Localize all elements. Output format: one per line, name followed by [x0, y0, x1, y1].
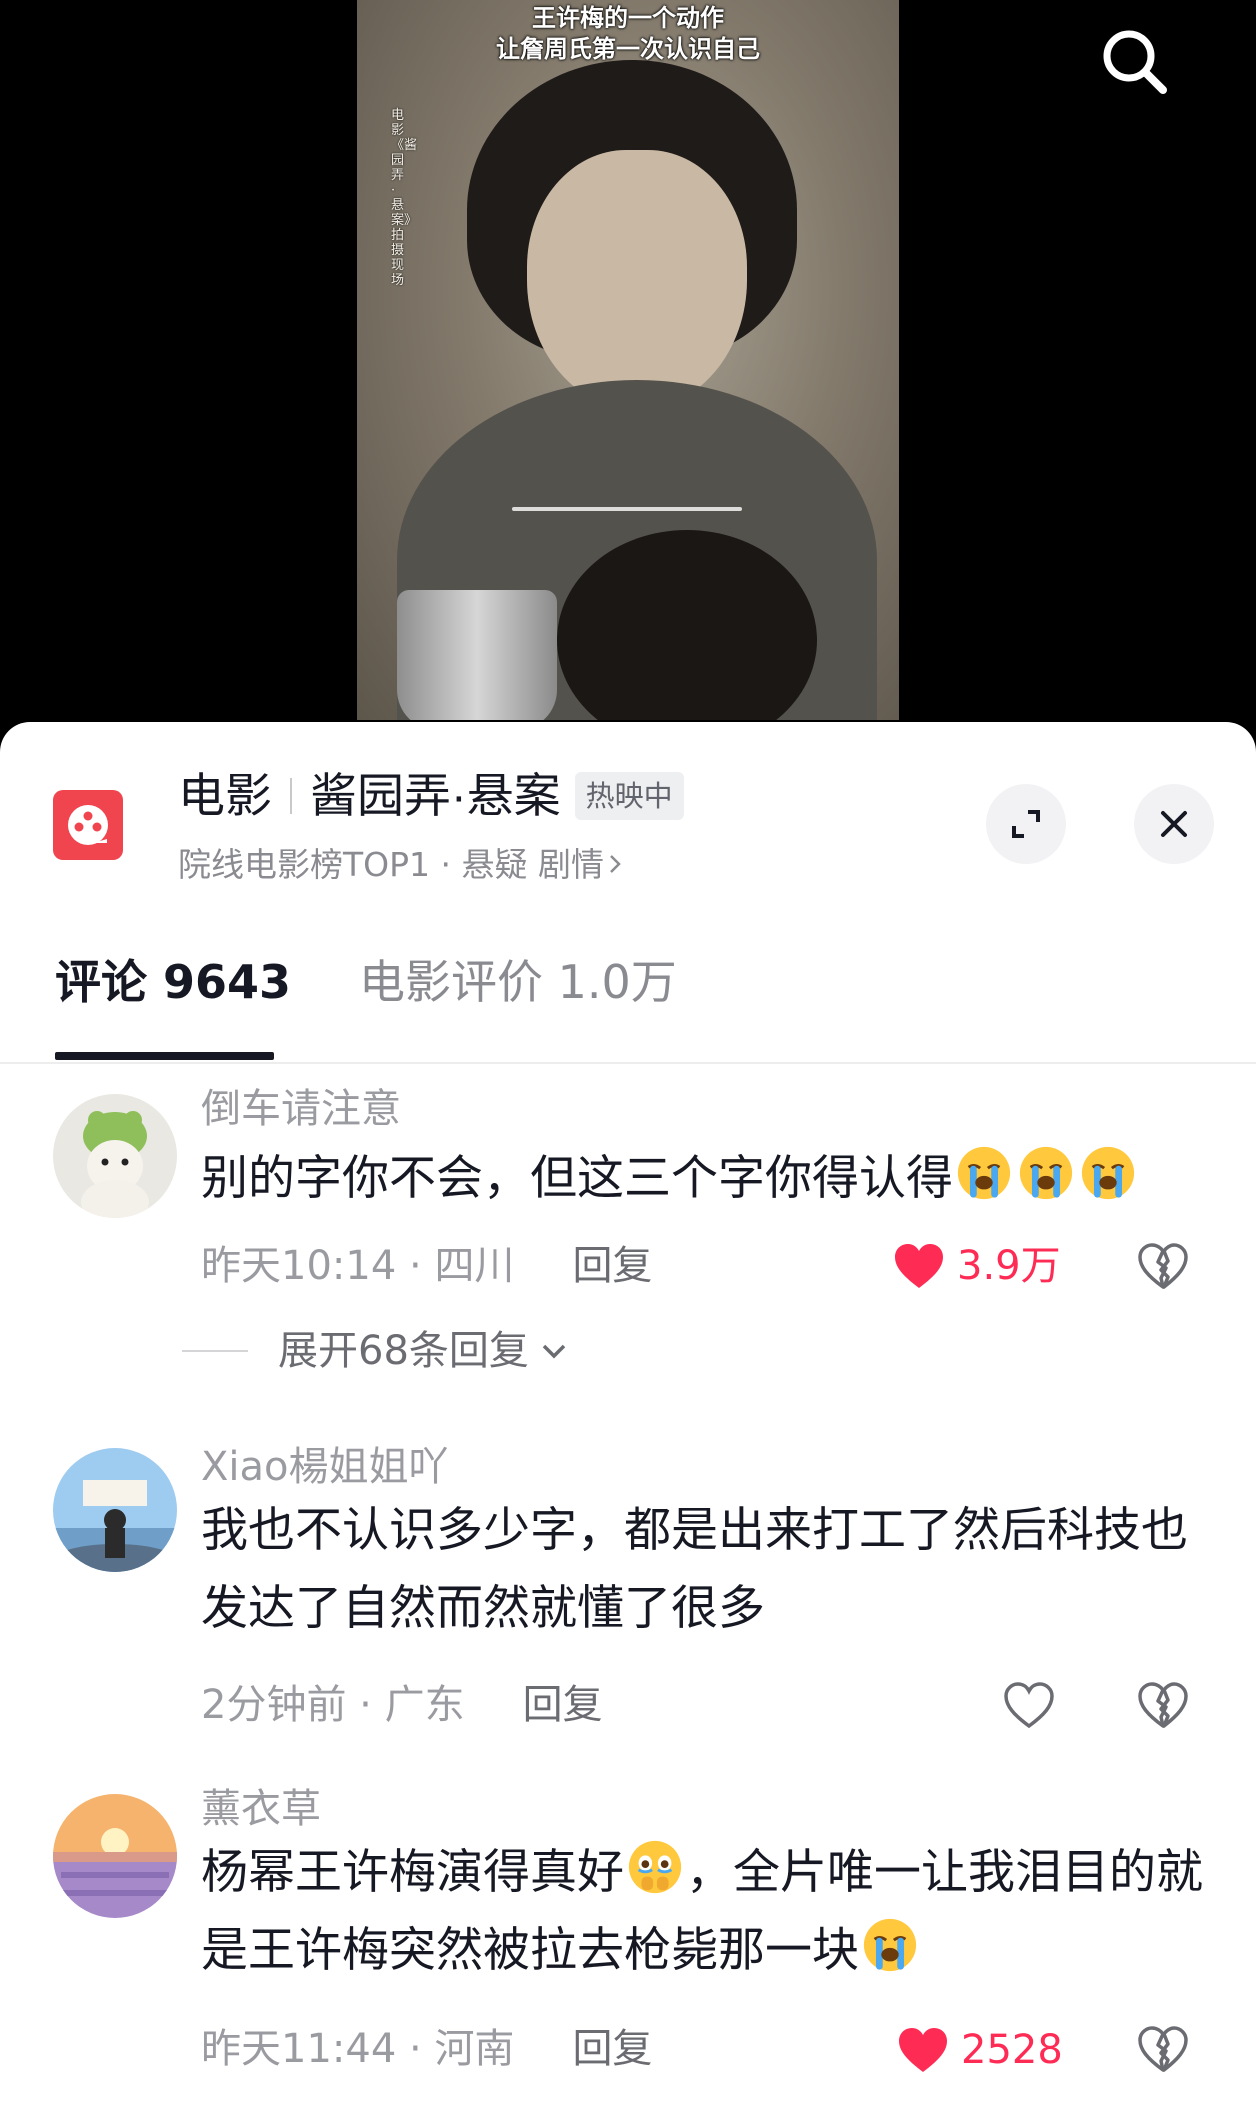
video-figure-face — [527, 150, 747, 410]
avatar[interactable] — [53, 1448, 177, 1572]
like-count: 2528 — [961, 2027, 1063, 2073]
broken-heart-icon — [1138, 1243, 1188, 1289]
holding-back-tears-icon — [628, 1840, 682, 1894]
expand-button[interactable] — [986, 784, 1066, 864]
movie-title-row: 电影 酱园弄·悬案 热映中 — [178, 766, 684, 826]
movie-title: 酱园弄·悬案 — [310, 769, 561, 822]
avatar-image — [53, 1794, 177, 1918]
movie-logo — [53, 790, 123, 860]
crying-face-icon — [1019, 1146, 1073, 1200]
comment-text: 别的字你不会，但这三个字你得认得 — [201, 1140, 1211, 1218]
movie-header[interactable]: 电影 酱园弄·悬案 热映中 院线电影榜TOP1 · 悬疑 剧情 — [0, 722, 1256, 912]
comment-username[interactable]: Xiao楊姐姐吖 — [201, 1442, 449, 1492]
dislike-button[interactable] — [1137, 1242, 1189, 1294]
dislike-button[interactable] — [1137, 1681, 1189, 1733]
video-side-text: 电影《酱园弄·悬案》拍摄现场 — [391, 108, 418, 288]
movie-subtitle-link[interactable]: 院线电影榜TOP1 · 悬疑 剧情 — [178, 838, 622, 886]
chevron-down-icon — [542, 1344, 566, 1359]
tab-bar: 评论 9643 电影评价 1.0万 — [0, 912, 1256, 1064]
movie-subtitle: 院线电影榜TOP1 · 悬疑 剧情 — [178, 845, 604, 884]
dislike-button[interactable] — [1137, 2025, 1189, 2077]
active-tab-indicator — [55, 1052, 274, 1060]
crying-face-icon — [957, 1146, 1011, 1200]
comment-body: 别的字你不会，但这三个字你得认得 — [201, 1151, 953, 1206]
expand-icon — [1012, 810, 1040, 838]
comment-time: 2分钟前 — [201, 1682, 347, 1728]
close-icon — [1161, 811, 1187, 837]
video-frame[interactable]: 王许梅的一个动作 让詹周氏第一次认识自己 电影《酱园弄·悬案》拍摄现场 — [357, 0, 899, 720]
search-icon — [1103, 30, 1167, 94]
comment-username[interactable]: 薰衣草 — [201, 1784, 321, 1834]
tab-movie-reviews[interactable]: 电影评价 1.0万 — [359, 952, 677, 1012]
video-pot — [397, 590, 557, 720]
comment-meta: 昨天11:44 · 河南 回复 — [201, 2026, 653, 2072]
broken-heart-icon — [1138, 2026, 1188, 2072]
video-caption: 王许梅的一个动作 让詹周氏第一次认识自己 — [357, 2, 899, 64]
video-caption-line1: 王许梅的一个动作 — [532, 3, 724, 32]
tab-comments[interactable]: 评论 9643 — [55, 952, 291, 1012]
comment-text: 杨幂王许梅演得真好 ，全片唯一让我泪目的就是王许梅突然被拉去枪毙那一块 — [201, 1834, 1211, 1990]
reply-button[interactable]: 回复 — [572, 1243, 652, 1289]
crying-face-icon — [863, 1918, 917, 1972]
like-button[interactable]: 3.9万 — [893, 1241, 1061, 1291]
comment-meta: 昨天10:14 · 四川 回复 — [201, 1243, 653, 1289]
comment-text: 我也不认识多少字，都是出来打工了然后科技也发达了自然而然就懂了很多 — [201, 1503, 1188, 1636]
comment-body: 杨幂王许梅演得真好 — [201, 1845, 624, 1900]
movie-category: 电影 — [178, 769, 272, 822]
reply-button[interactable]: 回复 — [523, 1682, 603, 1728]
avatar-image — [53, 1094, 177, 1218]
like-button[interactable] — [1003, 1681, 1055, 1729]
like-button[interactable]: 2528 — [897, 2025, 1063, 2075]
comment-location: 四川 — [434, 1243, 515, 1289]
divider — [182, 1350, 248, 1352]
comment-username[interactable]: 倒车请注意 — [201, 1084, 401, 1134]
heart-outline-icon — [1004, 1682, 1054, 1729]
broken-heart-icon — [1138, 1682, 1188, 1728]
comment-time: 昨天11:44 — [201, 2026, 397, 2072]
avatar[interactable] — [53, 1794, 177, 1918]
heart-filled-icon — [899, 2028, 947, 2072]
comment-location: 河南 — [434, 2026, 515, 2072]
expand-replies-label: 展开68条回复 — [278, 1328, 529, 1374]
divider — [290, 778, 292, 814]
crying-face-icon — [1081, 1146, 1135, 1200]
now-showing-badge: 热映中 — [574, 772, 684, 820]
comment-sheet: 电影 酱园弄·悬案 热映中 院线电影榜TOP1 · 悬疑 剧情 评论 9643 … — [0, 722, 1256, 2128]
expand-replies-button[interactable]: 展开68条回复 — [182, 1326, 569, 1376]
comment-location: 广东 — [384, 1682, 465, 1728]
avatar[interactable] — [53, 1094, 177, 1218]
reply-button[interactable]: 回复 — [572, 2026, 652, 2072]
heart-filled-icon — [895, 1244, 943, 1288]
comment-time: 昨天10:14 — [201, 1243, 397, 1289]
close-button[interactable] — [1134, 784, 1214, 864]
avatar-image — [53, 1448, 177, 1572]
chevron-right-icon — [610, 855, 621, 873]
video-caption-line2: 让詹周氏第一次认识自己 — [496, 34, 760, 63]
video-progress-bar[interactable] — [512, 507, 742, 511]
search-button[interactable] — [1094, 20, 1174, 100]
film-reel-icon — [68, 805, 108, 845]
comment-meta: 2分钟前 · 广东 回复 — [201, 1682, 603, 1728]
video-player[interactable]: 王许梅的一个动作 让詹周氏第一次认识自己 电影《酱园弄·悬案》拍摄现场 — [0, 0, 1256, 760]
like-count: 3.9万 — [957, 1243, 1061, 1289]
